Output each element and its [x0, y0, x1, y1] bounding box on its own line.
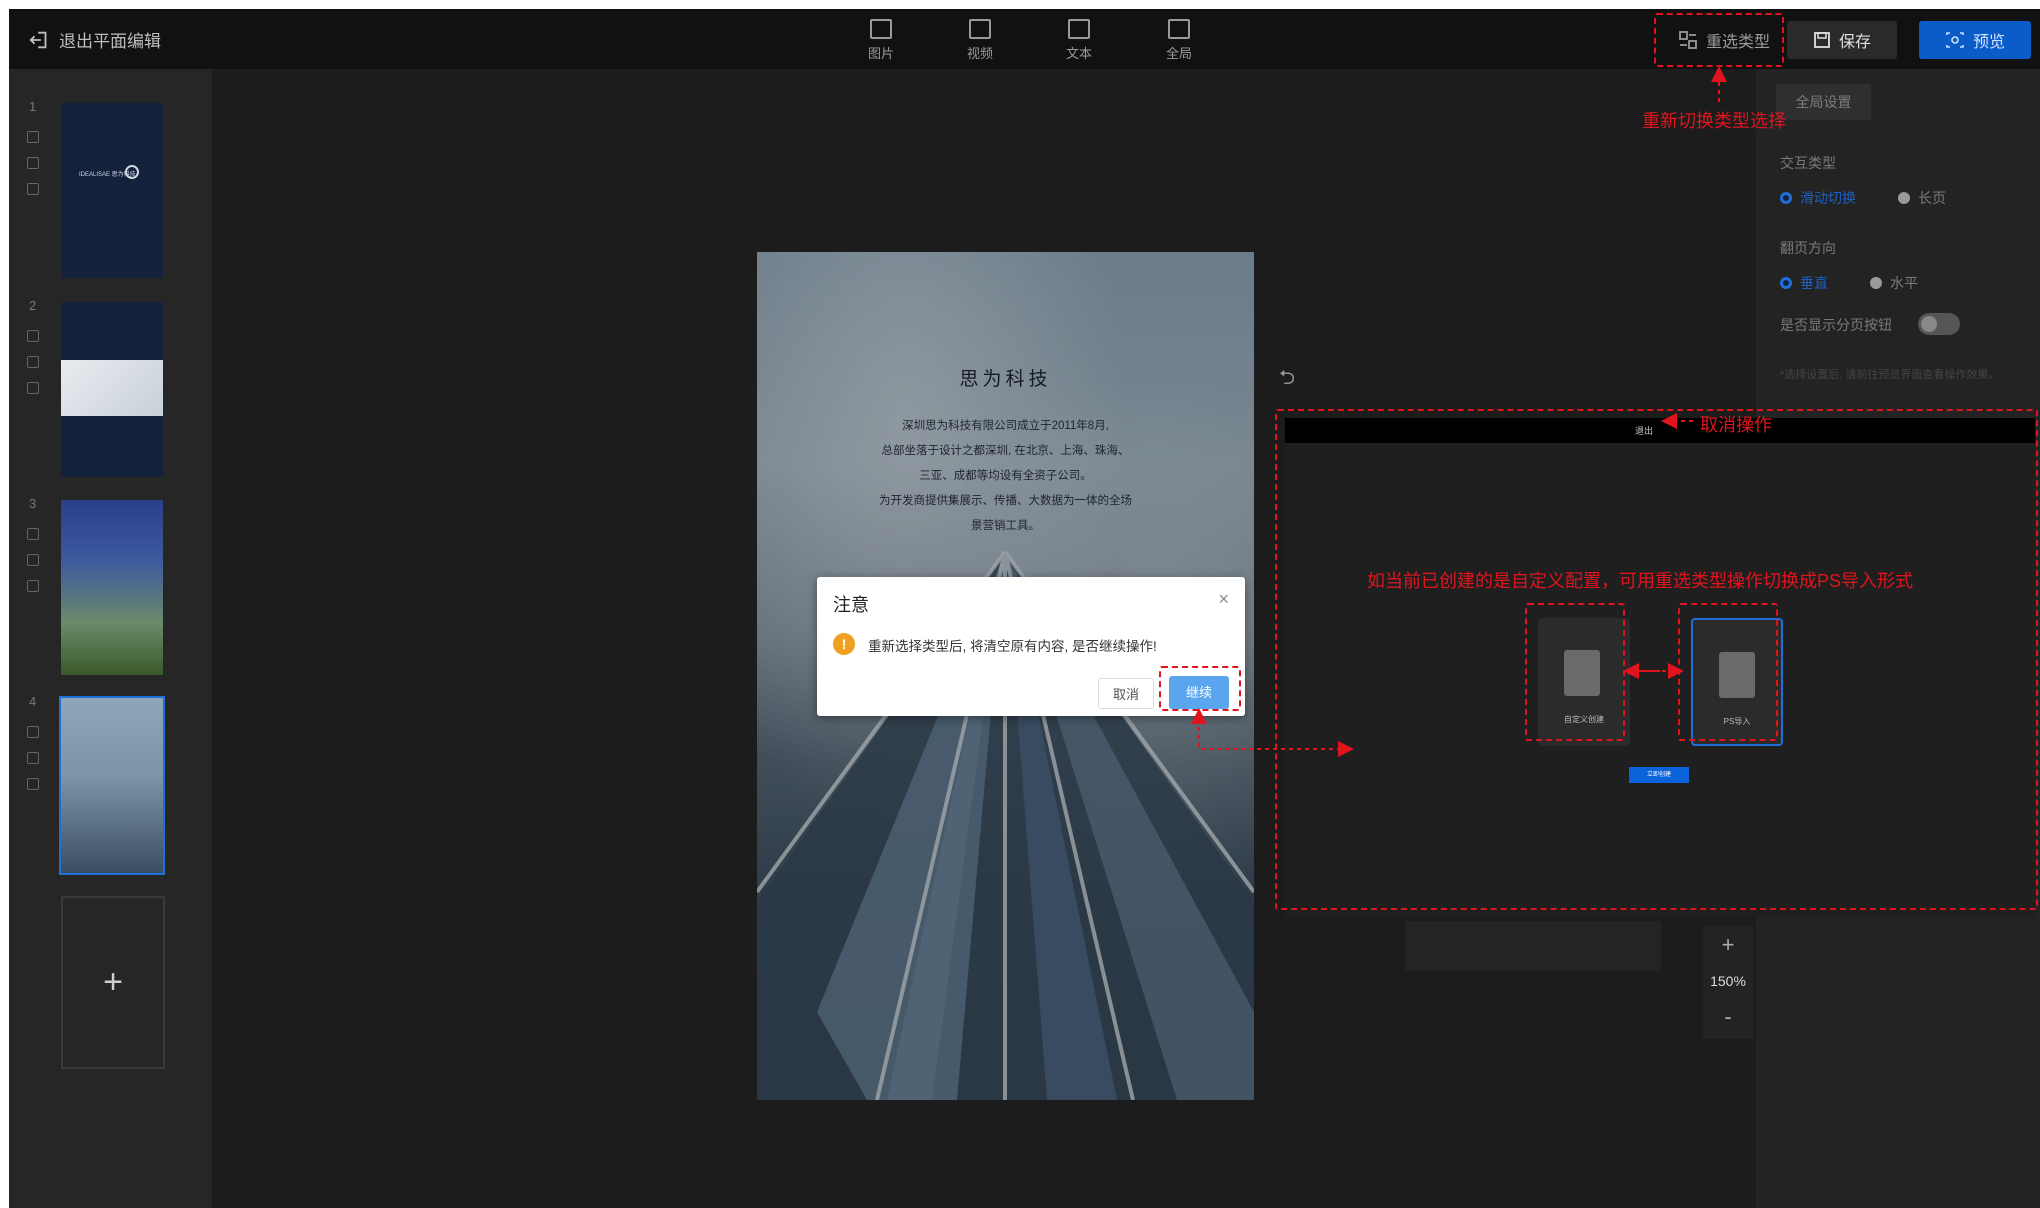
pager-toggle-label: 是否显示分页按钮	[1780, 317, 1892, 333]
exit-edit-label: 退出平面编辑	[59, 32, 161, 51]
exit-icon	[29, 31, 47, 48]
settings-hint: *选择设置后, 请前往预览界面查看操作效果。	[1780, 369, 2000, 381]
radio-unchecked-icon	[1898, 192, 1910, 204]
page-thumbnail[interactable]: IDEALISAE 思为科技	[61, 103, 163, 278]
annotation-box-custom-card	[1525, 603, 1625, 741]
add-page-icon[interactable]	[27, 726, 39, 738]
page-number: 4	[29, 694, 37, 709]
save-icon	[1814, 32, 1830, 48]
page-number: 2	[29, 298, 37, 313]
radio-unchecked-icon	[1870, 277, 1882, 289]
thumbnail-map-image	[61, 360, 163, 416]
page-thumbnail[interactable]	[61, 500, 163, 675]
warning-icon: !	[833, 633, 855, 655]
tool-video[interactable]: 视频	[950, 19, 1010, 62]
video-icon	[969, 19, 991, 39]
page-number: 1	[29, 99, 37, 114]
dialog-message: 重新选择类型后, 将清空原有内容, 是否继续操作!	[868, 639, 1157, 654]
copy-page-icon[interactable]	[27, 356, 39, 368]
add-page-button[interactable]: +	[61, 896, 165, 1069]
copy-page-icon[interactable]	[27, 157, 39, 169]
radio-vertical[interactable]: 垂直	[1780, 273, 1828, 293]
editor-app: 退出平面编辑 图片 视频 文本 全局 重选类型 保存 预览 1 IDEALISA…	[9, 9, 2040, 1208]
pager-toggle[interactable]	[1918, 313, 1960, 335]
page-list-panel: 1 IDEALISAE 思为科技 2 3 4 +	[9, 69, 212, 1208]
radio-label: 水平	[1890, 275, 1918, 291]
add-page-icon[interactable]	[27, 528, 39, 540]
radio-long-page[interactable]: 长页	[1898, 188, 1946, 208]
undo-icon[interactable]: ⮌	[1279, 363, 1295, 397]
zoom-out-button[interactable]: -	[1703, 1004, 1753, 1030]
radio-checked-icon	[1780, 192, 1792, 204]
direction-label: 翻页方向	[1780, 240, 1836, 256]
close-icon[interactable]: ×	[1218, 589, 1229, 610]
annotation-box-continue	[1159, 666, 1241, 711]
save-label: 保存	[1838, 34, 1871, 51]
hidden-panel-area	[1405, 921, 1661, 971]
annotation-box-preview	[1275, 409, 2038, 910]
annotation-cancel-op: 取消操作	[1700, 415, 1772, 435]
radio-label: 长页	[1918, 190, 1946, 206]
preview-label: 预览	[1972, 34, 2005, 51]
tool-image[interactable]: 图片	[851, 19, 911, 62]
delete-page-icon[interactable]	[27, 382, 39, 394]
cancel-button[interactable]: 取消	[1098, 678, 1154, 709]
radio-horizontal[interactable]: 水平	[1870, 273, 1918, 293]
radio-checked-icon	[1780, 277, 1792, 289]
zoom-level: 150%	[1710, 973, 1746, 989]
annotation-box-ps-card	[1678, 603, 1778, 741]
thumbnail-logo-icon	[125, 165, 139, 179]
save-button[interactable]: 保存	[1787, 21, 1897, 59]
zoom-control: + 150% -	[1703, 926, 1753, 1039]
copy-page-icon[interactable]	[27, 752, 39, 764]
zoom-in-button[interactable]: +	[1703, 932, 1753, 958]
dialog-title: 注意	[833, 595, 869, 615]
page-thumbnail[interactable]	[61, 302, 163, 477]
radio-label: 滑动切换	[1800, 190, 1856, 206]
add-page-icon[interactable]	[27, 330, 39, 342]
tool-text-label: 文本	[1065, 46, 1092, 61]
copy-page-icon[interactable]	[27, 554, 39, 566]
global-icon	[1168, 19, 1190, 39]
delete-page-icon[interactable]	[27, 580, 39, 592]
annotation-box-switch-type	[1654, 13, 1784, 67]
tool-image-label: 图片	[867, 46, 894, 61]
tool-text[interactable]: 文本	[1049, 19, 1109, 62]
preview-button[interactable]: 预览	[1919, 21, 2031, 59]
delete-page-icon[interactable]	[27, 183, 39, 195]
text-icon	[1068, 19, 1090, 39]
page-thumbnail-selected[interactable]	[59, 696, 165, 875]
delete-page-icon[interactable]	[27, 778, 39, 790]
annotation-switch-type: 重新切换类型选择	[1642, 111, 1786, 131]
annotation-custom-note: 如当前已创建的是自定义配置，可用重选类型操作切换成PS导入形式	[1367, 571, 1914, 591]
radio-label: 垂直	[1800, 275, 1828, 291]
interaction-type-label: 交互类型	[1780, 155, 1836, 171]
exit-edit-button[interactable]: 退出平面编辑	[29, 27, 161, 52]
image-icon	[870, 19, 892, 39]
page-number: 3	[29, 496, 37, 511]
tool-video-label: 视频	[966, 46, 993, 61]
add-page-icon[interactable]	[27, 131, 39, 143]
radio-slide-switch[interactable]: 滑动切换	[1780, 188, 1856, 208]
tool-global-label: 全局	[1165, 46, 1192, 61]
tab-global-settings[interactable]: 全局设置	[1776, 84, 1871, 120]
preview-icon	[1946, 32, 1964, 48]
tool-global[interactable]: 全局	[1149, 19, 1209, 62]
